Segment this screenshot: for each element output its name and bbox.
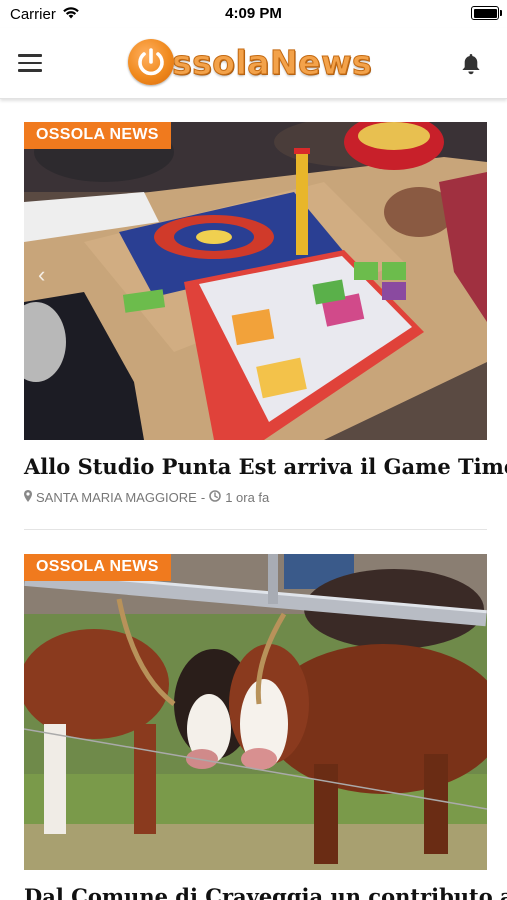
article-title[interactable]: Dal Comune di Craveggia un contributo al [24,884,507,900]
status-right [471,6,502,20]
news-feed[interactable]: OSSOLA NEWS ‹ Allo Studio Punta Est arri… [0,99,507,900]
article-title[interactable]: Allo Studio Punta Est arriva il Game Tim… [24,454,507,480]
chevron-left-icon[interactable]: ‹ [38,262,45,288]
category-badge: OSSOLA NEWS [24,554,171,581]
article-image[interactable]: OSSOLA NEWS [24,554,487,870]
menu-icon[interactable] [18,54,42,72]
battery-icon [471,6,502,20]
category-badge: OSSOLA NEWS [24,122,171,149]
article-location: SANTA MARIA MAGGIORE [36,490,197,505]
article-card[interactable]: OSSOLA NEWS Dal Comune di Craveggia un c… [24,554,507,900]
article-divider [24,529,487,530]
article-image[interactable]: OSSOLA NEWS ‹ [24,122,487,440]
status-bar: Carrier 4:09 PM [0,0,507,28]
status-time: 4:09 PM [225,5,282,22]
map-marker-icon [24,490,32,505]
power-icon [128,39,174,85]
clock-icon [209,490,221,505]
logo-text: ssolaNews [171,42,373,82]
article-card[interactable]: OSSOLA NEWS ‹ Allo Studio Punta Est arri… [24,122,507,505]
meta-separator: - [200,490,206,505]
article-time: 1 ora fa [225,490,270,505]
nav-bar: ssolaNews [0,28,507,99]
article-meta: SANTA MARIA MAGGIORE - 1 ora fa [24,490,487,505]
app-logo[interactable]: ssolaNews [128,36,380,88]
bell-icon[interactable] [459,52,483,76]
